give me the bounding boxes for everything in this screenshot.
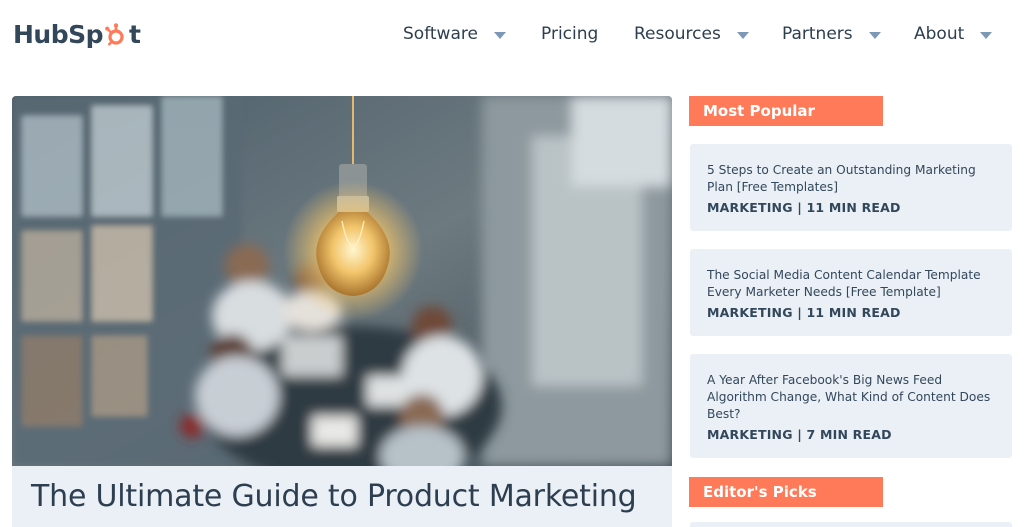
logo-text-t: t bbox=[129, 19, 141, 49]
article-meta: MARKETING | 7 MIN READ bbox=[707, 427, 892, 442]
article-card[interactable]: A Year After Facebook's Big News Feed Al… bbox=[690, 354, 1012, 458]
sprocket-icon bbox=[104, 23, 128, 47]
editors-picks-label: Editor's Picks bbox=[689, 477, 883, 507]
nav-item-partners[interactable]: Partners bbox=[782, 20, 881, 48]
caret-down-icon bbox=[980, 31, 993, 39]
nav-item-software[interactable]: Software bbox=[403, 20, 506, 48]
logo-text-sp: Sp bbox=[68, 19, 104, 49]
article-title[interactable]: The Social Media Content Calendar Templa… bbox=[707, 267, 999, 301]
article-title[interactable]: A Year After Facebook's Big News Feed Al… bbox=[707, 372, 999, 423]
nav-item-label: Partners bbox=[782, 24, 853, 44]
nav-item-pricing[interactable]: Pricing bbox=[541, 20, 598, 48]
caret-down-icon bbox=[868, 31, 881, 39]
caret-down-icon bbox=[493, 31, 506, 39]
article-title[interactable]: 5 Steps to Create an Outstanding Marketi… bbox=[707, 162, 999, 196]
most-popular-label: Most Popular bbox=[689, 96, 883, 126]
article-card[interactable]: The Social Media Content Calendar Templa… bbox=[690, 249, 1012, 336]
featured-article[interactable]: The Ultimate Guide to Product Marketing bbox=[12, 96, 672, 527]
caret-down-icon bbox=[736, 31, 749, 39]
hero-image[interactable] bbox=[12, 96, 672, 466]
site-header: Hub Sp t Software Pricing Resources Partn… bbox=[0, 0, 1024, 72]
logo-text-hub: Hub bbox=[13, 19, 69, 49]
article-card[interactable]: 5 Steps to Create an Outstanding Marketi… bbox=[690, 144, 1012, 231]
hubspot-logo[interactable]: Hub Sp t bbox=[13, 17, 141, 51]
article-card[interactable] bbox=[690, 522, 1012, 527]
nav-item-label: Pricing bbox=[541, 24, 599, 44]
nav-item-label: About bbox=[914, 24, 965, 44]
nav-item-about[interactable]: About bbox=[914, 20, 993, 48]
featured-article-title[interactable]: The Ultimate Guide to Product Marketing bbox=[31, 479, 637, 514]
article-meta: MARKETING | 11 MIN READ bbox=[707, 305, 901, 320]
nav-item-label: Software bbox=[403, 24, 478, 44]
nav-item-label: Resources bbox=[634, 24, 721, 44]
nav-item-resources[interactable]: Resources bbox=[634, 20, 749, 48]
article-meta: MARKETING | 11 MIN READ bbox=[707, 200, 901, 215]
